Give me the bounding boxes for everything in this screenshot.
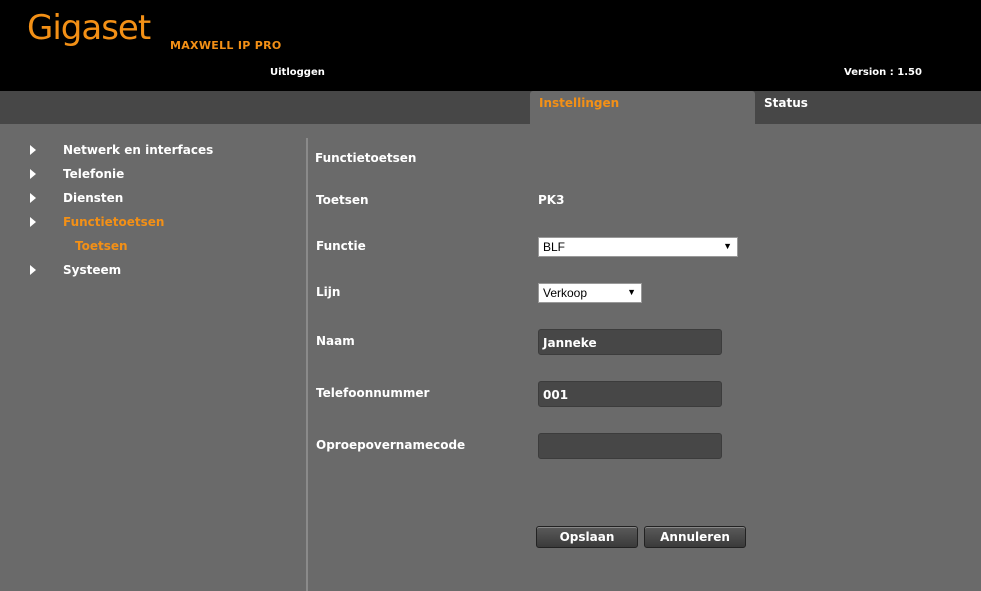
tab-status[interactable]: Status — [755, 91, 817, 121]
caret-down-icon: ▼ — [723, 241, 732, 251]
sidebar-item-diensten[interactable]: Diensten — [30, 191, 123, 205]
chevron-right-icon — [30, 193, 36, 203]
logout-link[interactable]: Uitloggen — [270, 67, 325, 78]
pickup-code-label: Oproepovernamecode — [316, 438, 466, 452]
line-label: Lijn — [316, 285, 341, 299]
gigaset-logo: Gigaset — [27, 8, 151, 48]
chevron-right-icon — [30, 217, 36, 227]
chevron-right-icon — [30, 145, 36, 155]
sidebar-divider — [306, 138, 308, 591]
tab-settings[interactable]: Instellingen — [530, 91, 755, 121]
sidebar-item-systeem[interactable]: Systeem — [30, 263, 121, 277]
tab-bar — [0, 91, 981, 121]
sidebar-item-label: Netwerk en interfaces — [63, 143, 214, 157]
sidebar-item-label: Systeem — [63, 263, 122, 277]
save-button[interactable]: Opslaan — [536, 526, 638, 548]
sidebar-item-functietoetsen[interactable]: Functietoetsen — [30, 215, 164, 229]
name-label: Naam — [316, 334, 355, 348]
chevron-right-icon — [30, 265, 36, 275]
version-label: Version : 1.50 — [844, 67, 922, 78]
product-name: MAXWELL IP PRO — [170, 39, 282, 52]
function-select[interactable]: BLF ▼ — [538, 237, 738, 257]
function-select-value: BLF — [543, 240, 566, 254]
content-panel — [0, 121, 981, 591]
phone-label: Telefoonnummer — [316, 386, 430, 400]
line-select-value: Verkoop — [543, 286, 588, 300]
sidebar-subitem-toetsen[interactable]: Toetsen — [75, 239, 128, 253]
keys-label: Toetsen — [316, 193, 369, 207]
phone-input[interactable]: 001 — [538, 381, 722, 407]
keys-value: PK3 — [538, 193, 565, 207]
panel-top-edge — [0, 121, 530, 124]
sidebar-item-label: Diensten — [63, 191, 124, 205]
function-label: Functie — [316, 239, 366, 253]
caret-down-icon: ▼ — [627, 287, 636, 297]
sidebar-item-label: Telefonie — [63, 167, 125, 181]
cancel-button[interactable]: Annuleren — [644, 526, 746, 548]
name-input[interactable]: Janneke — [538, 329, 722, 355]
panel-top-edge-right — [755, 121, 981, 124]
sidebar-item-netwerk[interactable]: Netwerk en interfaces — [30, 143, 213, 157]
sidebar-item-label: Functietoetsen — [63, 215, 165, 229]
section-title: Functietoetsen — [315, 151, 417, 165]
pickup-code-input[interactable] — [538, 433, 722, 459]
chevron-right-icon — [30, 169, 36, 179]
line-select[interactable]: Verkoop ▼ — [538, 283, 642, 303]
sidebar-item-telefonie[interactable]: Telefonie — [30, 167, 124, 181]
header: Gigaset MAXWELL IP PRO Uitloggen Version… — [0, 0, 981, 91]
